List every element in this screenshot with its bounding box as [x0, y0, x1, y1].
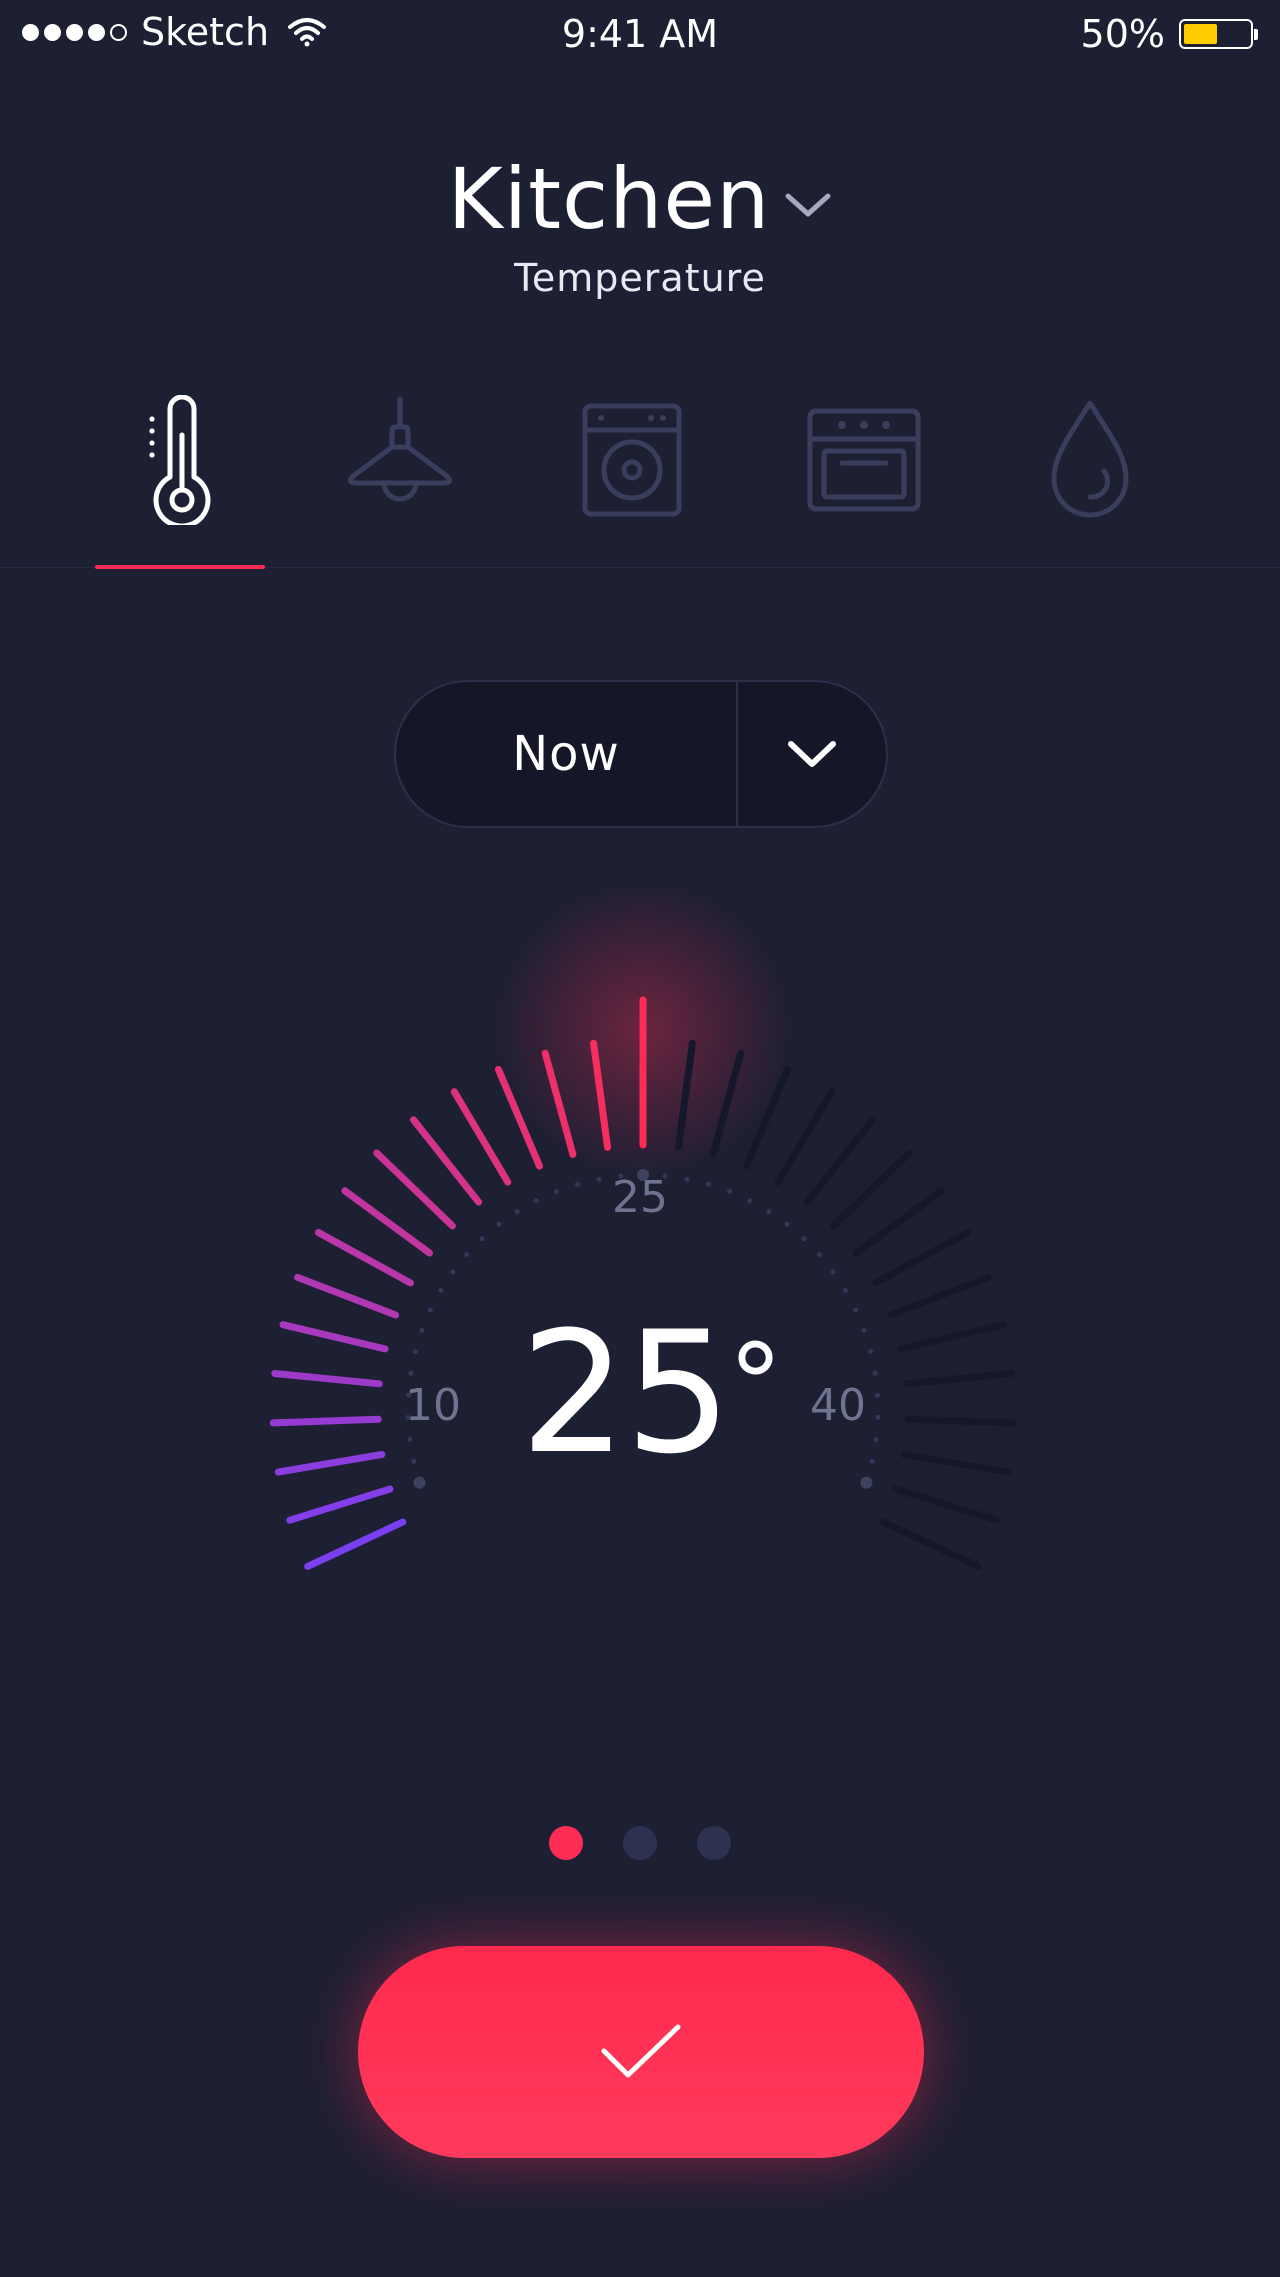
dial-dot: [801, 1236, 807, 1242]
temperature-dial[interactable]: [0, 0, 1280, 2277]
page-indicator: [0, 1826, 1280, 1860]
dial-dot: [875, 1392, 880, 1398]
dial-dot: [872, 1370, 878, 1376]
dial-tick: [886, 1273, 992, 1319]
dial-dot: [533, 1198, 539, 1204]
pager-dot[interactable]: [623, 1826, 657, 1860]
dial-min-label: 10: [405, 1380, 461, 1431]
dial-dot: [596, 1176, 602, 1182]
dial-tick: [294, 1273, 400, 1319]
dial-tick: [279, 1321, 389, 1353]
confirm-button[interactable]: [358, 1946, 924, 2158]
dial-tick: [774, 1088, 836, 1186]
temperature-unit: °: [728, 1320, 783, 1448]
dial-dot: [479, 1236, 485, 1242]
dial-dot: [427, 1307, 433, 1313]
dial-dot: [853, 1307, 859, 1313]
dial-dot: [450, 1269, 456, 1275]
dial-max-label: 40: [810, 1380, 866, 1431]
dial-dot: [747, 1198, 753, 1204]
dial-mid-label: 25: [612, 1172, 668, 1223]
dial-dot: [413, 1476, 426, 1489]
dial-dot: [868, 1349, 874, 1355]
dial-dot: [464, 1252, 470, 1258]
dial-dot: [554, 1189, 559, 1194]
dial-dot: [869, 1458, 875, 1464]
dial-tick: [304, 1518, 407, 1570]
dial-dot: [514, 1209, 520, 1215]
dial-dot: [860, 1476, 873, 1489]
dial-tick: [373, 1149, 456, 1230]
dial-tick: [892, 1485, 1000, 1524]
dial-dot: [411, 1458, 417, 1464]
dial-dot: [408, 1370, 414, 1376]
dial-tick: [897, 1321, 1007, 1353]
dial-tick: [269, 1415, 382, 1427]
dial-tick: [803, 1116, 876, 1206]
dial-tick: [904, 1415, 1017, 1427]
pager-dot[interactable]: [697, 1826, 731, 1860]
dial-tick: [341, 1187, 433, 1257]
dial-tick: [274, 1451, 386, 1476]
dial-dot: [496, 1221, 502, 1227]
dial-dot: [861, 1327, 867, 1333]
dial-dot: [784, 1221, 790, 1227]
dial-dot: [684, 1176, 690, 1182]
dial-dot: [727, 1189, 732, 1194]
dial-dot: [766, 1209, 772, 1215]
dial-dot: [412, 1349, 418, 1355]
dial-tick: [830, 1149, 913, 1230]
dial-tick: [853, 1187, 945, 1257]
dial-dot: [816, 1252, 822, 1258]
dial-tick: [410, 1116, 483, 1206]
dial-tick: [314, 1229, 414, 1287]
dial-tick: [872, 1229, 972, 1287]
dial-dot: [706, 1181, 712, 1187]
dial-tick: [879, 1518, 982, 1570]
dial-dot: [419, 1327, 425, 1333]
dial-tick: [271, 1370, 383, 1388]
pager-dot[interactable]: [549, 1826, 583, 1860]
dial-tick: [903, 1370, 1015, 1388]
dial-tick: [900, 1451, 1012, 1476]
dial-dot: [842, 1287, 848, 1293]
dial-dot: [830, 1269, 836, 1275]
dial-dot: [875, 1414, 881, 1420]
current-temperature: 25: [520, 1295, 732, 1491]
checkmark-icon: [601, 2024, 681, 2078]
dial-tick: [450, 1088, 512, 1186]
dial-dot: [438, 1287, 444, 1293]
dial-dot: [407, 1437, 413, 1442]
dial-dot: [574, 1181, 580, 1187]
dial-tick: [286, 1485, 394, 1524]
dial-dot: [873, 1437, 879, 1442]
